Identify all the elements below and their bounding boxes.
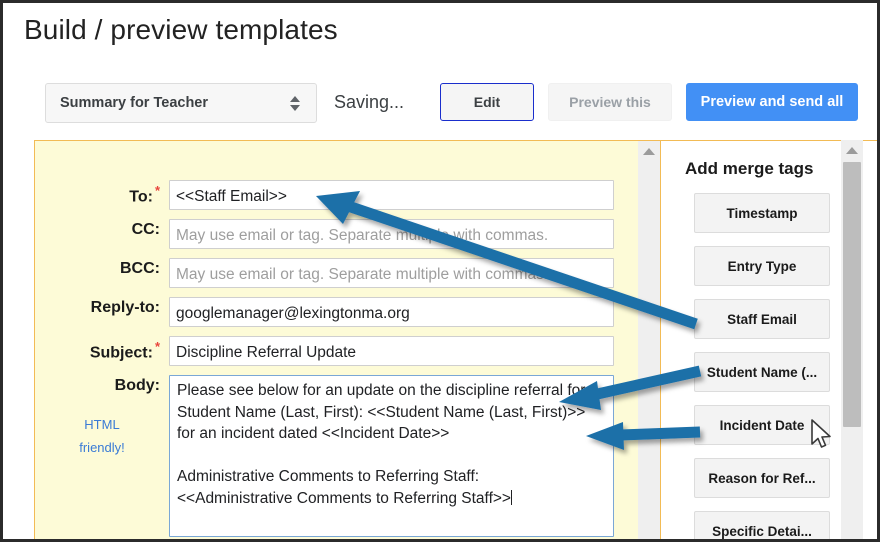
field-label-bcc: BCC: bbox=[120, 260, 160, 277]
field-label-cc: CC: bbox=[131, 221, 160, 238]
field-label-subject: Subject: * bbox=[89, 339, 160, 362]
app-window: Build / preview templates Summary for Te… bbox=[0, 0, 880, 542]
merge-tag-button-reason-for-referral[interactable]: Reason for Ref... bbox=[694, 458, 830, 498]
form-row-cc: CC: May use email or tag. Separate multi… bbox=[35, 219, 638, 249]
html-friendly-note-line2: friendly! bbox=[79, 440, 125, 455]
merge-tag-button-student-name[interactable]: Student Name (... bbox=[694, 352, 830, 392]
page-title: Build / preview templates bbox=[24, 14, 338, 45]
scroll-up-arrow-icon[interactable] bbox=[846, 147, 858, 154]
bcc-input[interactable]: May use email or tag. Separate multiple … bbox=[169, 258, 614, 288]
template-select[interactable]: Summary for Teacher bbox=[45, 83, 317, 123]
scrollbar-thumb[interactable] bbox=[843, 162, 861, 427]
field-label-reply-to: Reply-to: bbox=[90, 299, 160, 316]
scroll-up-arrow-icon[interactable] bbox=[643, 148, 655, 155]
to-input[interactable]: <<Staff Email>> bbox=[169, 180, 614, 210]
edit-button[interactable]: Edit bbox=[440, 83, 534, 121]
merge-tag-button-specific-details[interactable]: Specific Detai... bbox=[694, 511, 830, 539]
cc-input[interactable]: May use email or tag. Separate multiple … bbox=[169, 219, 614, 249]
html-friendly-note-line1: HTML bbox=[84, 417, 120, 432]
merge-tag-button-staff-email[interactable]: Staff Email bbox=[694, 299, 830, 339]
toolbar: Summary for Teacher Saving... Edit Previ… bbox=[3, 81, 877, 129]
body-textarea[interactable]: Please see below for an update on the di… bbox=[169, 375, 614, 537]
mouse-pointer-icon bbox=[811, 419, 831, 448]
body-text: Please see below for an update on the di… bbox=[177, 382, 586, 507]
merge-tags-title: Add merge tags bbox=[685, 159, 814, 178]
form-row-bcc: BCC: May use email or tag. Separate mult… bbox=[35, 258, 638, 288]
preview-this-button[interactable]: Preview this bbox=[548, 83, 672, 121]
merge-tags-scrollbar[interactable] bbox=[841, 140, 863, 539]
required-marker: * bbox=[154, 339, 160, 354]
field-label-to: To: * bbox=[129, 183, 160, 206]
text-caret bbox=[510, 489, 512, 505]
merge-tag-button-timestamp[interactable]: Timestamp bbox=[694, 193, 830, 233]
updown-stepper-icon bbox=[282, 95, 308, 111]
form-row-subject: Subject: * Discipline Referral Update bbox=[35, 336, 638, 366]
merge-tag-button-entry-type[interactable]: Entry Type bbox=[694, 246, 830, 286]
form-row-reply-to: Reply-to: googlemanager@lexingtonma.org bbox=[35, 297, 638, 327]
form-row-to: To: * <<Staff Email>> bbox=[35, 180, 638, 210]
template-select-value: Summary for Teacher bbox=[60, 95, 209, 111]
reply-to-input[interactable]: googlemanager@lexingtonma.org bbox=[169, 297, 614, 327]
save-status: Saving... bbox=[334, 92, 405, 112]
email-template-form: To: * <<Staff Email>> CC: May use email o… bbox=[34, 140, 638, 539]
subject-input[interactable]: Discipline Referral Update bbox=[169, 336, 614, 366]
form-scrollbar[interactable] bbox=[638, 140, 660, 539]
field-label-body: Body: bbox=[114, 377, 160, 394]
preview-and-send-all-button[interactable]: Preview and send all bbox=[686, 83, 858, 121]
required-marker: * bbox=[154, 183, 160, 198]
